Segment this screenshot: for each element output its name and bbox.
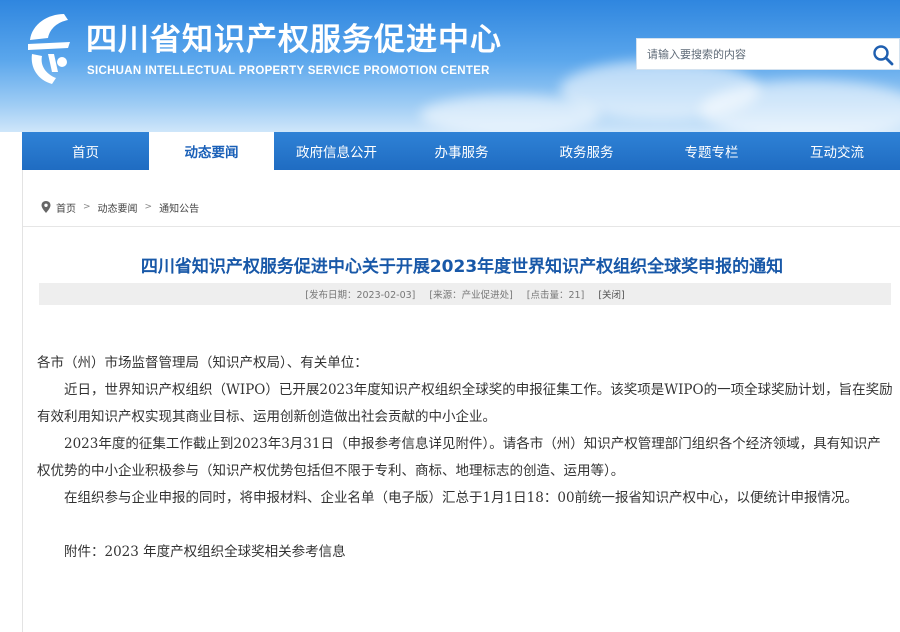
breadcrumb-separator-icon: > xyxy=(83,202,91,212)
site-title: 四川省知识产权服务促进中心 xyxy=(86,22,502,58)
breadcrumb-news[interactable]: 动态要闻 xyxy=(98,200,138,215)
nav-item-news[interactable]: 动态要闻 xyxy=(149,132,274,170)
article-meta: [发布日期：2023-02-03] [来源：产业促进处] [点击量：21] [关… xyxy=(39,283,891,305)
breadcrumb-separator-icon: > xyxy=(144,202,153,212)
search-icon[interactable] xyxy=(871,43,895,67)
article-paragraph: 2023年度的征集工作截止到2023年3月31日（申报参考信息详见附件）。请各市… xyxy=(37,436,881,479)
main-nav: 首页 动态要闻 政府信息公开 办事服务 政务服务 专题专栏 互动交流 xyxy=(22,132,900,170)
breadcrumb-divider xyxy=(23,226,900,227)
article-paragraph: 近日，世界知识产权组织（WIPO）已开展2023年度知识产权组织全球奖的申报征集… xyxy=(37,382,893,425)
nav-item-topics[interactable]: 专题专栏 xyxy=(649,132,774,170)
nav-item-home[interactable]: 首页 xyxy=(22,132,149,170)
nav-item-gov-info[interactable]: 政府信息公开 xyxy=(274,132,399,170)
attachment-link[interactable]: 附件：2023 年度产权组织全球奖相关参考信息 xyxy=(37,539,893,566)
header-cloud xyxy=(420,95,600,132)
sichuan-ip-logo-icon[interactable] xyxy=(18,8,78,86)
nav-item-services[interactable]: 办事服务 xyxy=(399,132,524,170)
article-body: 各市（州）市场监督管理局（知识产权局）、有关单位： 近日，世界知识产权组织（WI… xyxy=(37,350,893,566)
nav-item-interaction[interactable]: 互动交流 xyxy=(774,132,900,170)
site-subtitle: SICHUAN INTELLECTUAL PROPERTY SERVICE PR… xyxy=(87,65,490,77)
close-link[interactable]: [关闭] xyxy=(598,287,624,301)
article-salutation: 各市（州）市场监督管理局（知识产权局）、有关单位： xyxy=(37,355,368,371)
article-source: [来源：产业促进处] xyxy=(429,290,513,301)
search-box xyxy=(636,38,900,70)
site-header: 四川省知识产权服务促进中心 SICHUAN INTELLECTUAL PROPE… xyxy=(0,0,900,132)
breadcrumb-home[interactable]: 首页 xyxy=(56,200,76,215)
publish-date: [发布日期：2023-02-03] xyxy=(305,290,416,301)
breadcrumb: 首页 > 动态要闻 > 通知公告 xyxy=(41,198,199,216)
location-pin-icon xyxy=(41,201,51,213)
article-paragraph: 在组织参与企业申报的同时，将申报材料、企业名单（电子版）汇总于1月1日18：00… xyxy=(64,490,859,506)
breadcrumb-notices[interactable]: 通知公告 xyxy=(159,200,199,215)
click-count: [点击量：21] xyxy=(526,290,585,301)
content-panel: 首页 > 动态要闻 > 通知公告 四川省知识产权服务促进中心关于开展2023年度… xyxy=(22,170,900,632)
nav-item-gov-services[interactable]: 政务服务 xyxy=(524,132,649,170)
article-title: 四川省知识产权服务促进中心关于开展2023年度世界知识产权组织全球奖申报的通知 xyxy=(140,257,784,277)
search-input[interactable] xyxy=(637,39,857,69)
